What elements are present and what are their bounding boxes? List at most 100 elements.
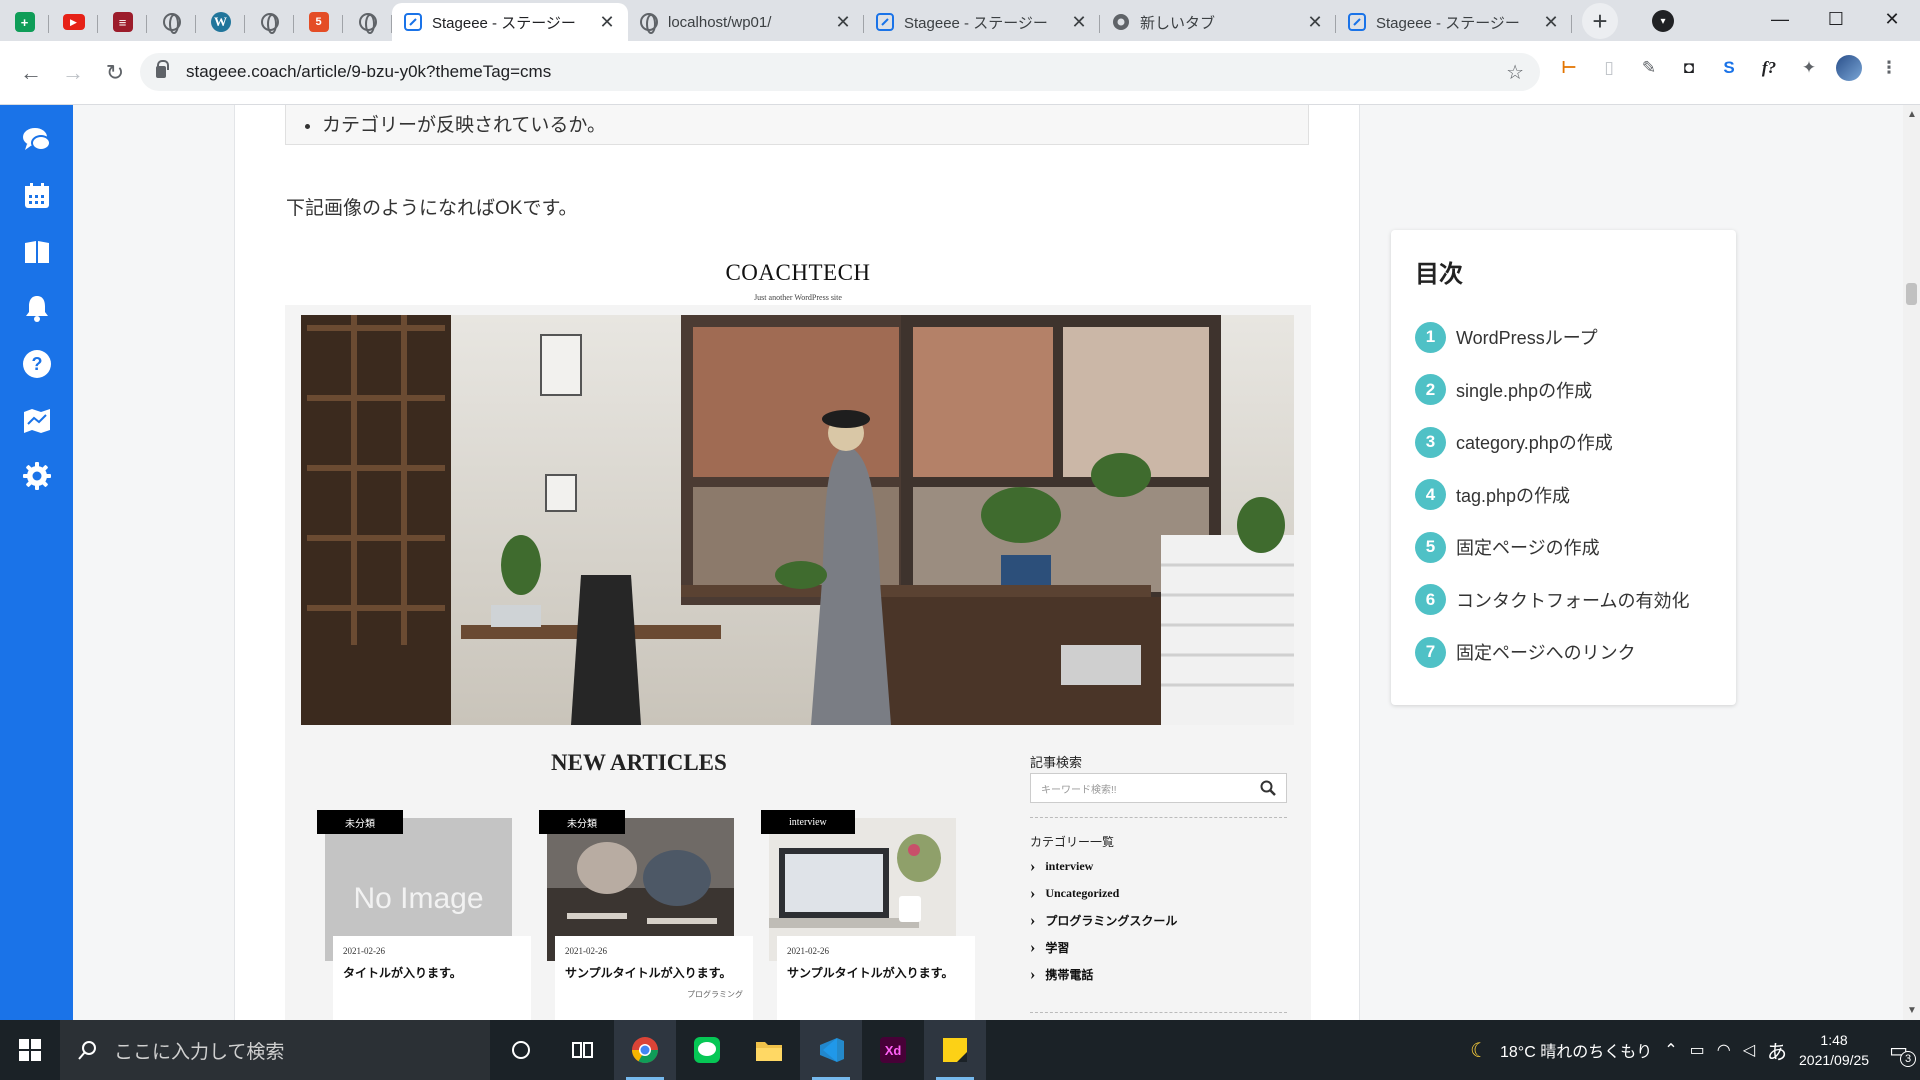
lock-icon[interactable] — [156, 60, 169, 78]
pinned-tab-html[interactable]: 5 — [294, 3, 343, 41]
extension-ruler-icon[interactable]: ⊢ — [1556, 55, 1582, 81]
close-window-button[interactable]: ✕ — [1864, 0, 1920, 38]
pinned-tab-sheets[interactable]: + — [0, 3, 49, 41]
url-text[interactable]: stageee.coach/article/9-bzu-y0k?themeTag… — [186, 62, 1506, 82]
tray-chevron-up-icon[interactable]: ⌃ — [1664, 1040, 1677, 1060]
toc-item[interactable]: 4 tag.phpの作成 — [1415, 469, 1712, 522]
browser-tab[interactable]: 新しいタブ ✕ — [1100, 3, 1336, 41]
app-sidebar: ? — [0, 105, 73, 1020]
extension-eyedropper-icon[interactable]: ✎ — [1636, 55, 1662, 81]
reload-icon[interactable]: ↻ — [96, 54, 134, 92]
scrollbar-thumb[interactable] — [1906, 283, 1917, 305]
article-card[interactable]: 未分類 No Image 2021-02-26 タイトルが入ります。 — [317, 810, 531, 1020]
back-arrow-icon[interactable]: ← — [12, 54, 50, 92]
clock[interactable]: 1:48 2021/09/25 — [1799, 1030, 1869, 1070]
vscode-icon[interactable] — [800, 1020, 862, 1080]
browser-tab[interactable]: localhost/wp01/ ✕ — [628, 3, 864, 41]
calendar-icon[interactable] — [20, 179, 54, 213]
toc-item[interactable]: 5 固定ページの作成 — [1415, 521, 1712, 574]
pinned-tab-youtube[interactable]: ▶ — [49, 3, 98, 41]
category-badge: 未分類 — [317, 810, 403, 834]
ime-indicator[interactable]: あ — [1767, 1036, 1787, 1065]
new-tab-button[interactable]: + — [1582, 3, 1618, 39]
extension-font-icon[interactable]: f? — [1756, 55, 1782, 81]
close-tab-icon[interactable]: ✕ — [1542, 12, 1560, 33]
page-scrollbar[interactable]: ▲ ▼ — [1903, 105, 1920, 1020]
search-icon[interactable] — [1260, 780, 1276, 796]
extension-s-icon[interactable]: S — [1716, 55, 1742, 81]
bell-icon[interactable] — [20, 291, 54, 325]
map-icon[interactable] — [20, 403, 54, 437]
file-explorer-icon[interactable] — [738, 1020, 800, 1080]
volume-icon[interactable]: ◁ — [1743, 1040, 1755, 1060]
category-link[interactable]: プログラミングスクール — [1030, 907, 1177, 934]
maximize-button[interactable]: ☐ — [1808, 0, 1864, 38]
toc-item-label[interactable]: 固定ページの作成 — [1456, 534, 1600, 560]
system-tray: ☾ 18°C 晴れのちくもり ⌃ ▭ ◠ ◁ あ 1:48 2021/09/25… — [1470, 1020, 1920, 1080]
toc-item-label[interactable]: tag.phpの作成 — [1456, 482, 1570, 508]
line-app-icon[interactable] — [676, 1020, 738, 1080]
extensions-puzzle-icon[interactable]: ✦ — [1796, 55, 1822, 81]
pinned-tab-wordpress[interactable]: W — [196, 3, 245, 41]
category-link[interactable]: 学習 — [1030, 934, 1177, 961]
category-link[interactable]: interview — [1030, 853, 1177, 880]
scroll-up-arrow-icon[interactable]: ▲ — [1907, 109, 1917, 120]
forward-arrow-icon[interactable]: → — [54, 54, 92, 92]
browser-tab[interactable]: Stageee - ステージー ✕ — [1336, 3, 1572, 41]
bookmark-star-icon[interactable]: ☆ — [1506, 60, 1524, 85]
toc-item[interactable]: 1 WordPressループ — [1415, 311, 1712, 364]
toc-item[interactable]: 3 category.phpの作成 — [1415, 416, 1712, 469]
article-card[interactable]: interview 2021-02-26 サンプルタイトルが入ります。 — [761, 810, 975, 1020]
adobe-xd-icon[interactable]: Xd — [862, 1020, 924, 1080]
menu-kebab-icon[interactable]: ⋮ — [1876, 55, 1902, 81]
toc-item[interactable]: 6 コンタクトフォームの有効化 — [1415, 574, 1712, 627]
book-open-icon[interactable] — [20, 235, 54, 269]
pinned-tab-site-2[interactable] — [245, 3, 294, 41]
toc-item[interactable]: 7 固定ページへのリンク — [1415, 626, 1712, 679]
close-tab-icon[interactable]: ✕ — [834, 12, 852, 33]
svg-text:?: ? — [31, 354, 42, 374]
minimize-button[interactable]: — — [1752, 0, 1808, 38]
toc-item-label[interactable]: コンタクトフォームの有効化 — [1456, 587, 1689, 613]
browser-tab[interactable]: Stageee - ステージー ✕ — [392, 3, 628, 41]
close-tab-icon[interactable]: ✕ — [1306, 12, 1324, 33]
pinned-tab-site-1[interactable] — [147, 3, 196, 41]
wifi-icon[interactable]: ◠ — [1717, 1040, 1731, 1060]
pinned-tab-bookmark[interactable]: ≡ — [98, 3, 147, 41]
keyword-search-field[interactable]: キーワード検索!! — [1030, 773, 1287, 803]
category-badge: interview — [761, 810, 855, 834]
tab-search-icon[interactable]: ▾ — [1652, 10, 1674, 32]
extension-bookmark-icon[interactable]: ▯ — [1596, 55, 1622, 81]
help-icon[interactable]: ? — [20, 347, 54, 381]
cortana-icon[interactable] — [490, 1020, 552, 1080]
browser-tab[interactable]: Stageee - ステージー ✕ — [864, 3, 1100, 41]
toc-item-label[interactable]: 固定ページへのリンク — [1456, 639, 1636, 665]
toc-item-label[interactable]: WordPressループ — [1456, 324, 1598, 350]
site-tagline: Just another WordPress site — [754, 293, 842, 302]
profile-avatar[interactable] — [1836, 55, 1862, 81]
weather-moon-icon[interactable]: ☾ — [1470, 1038, 1488, 1063]
category-link[interactable]: Uncategorized — [1030, 880, 1177, 907]
notification-center-icon[interactable]: ▭ 3 — [1889, 1038, 1916, 1067]
toc-item-label[interactable]: single.phpの作成 — [1456, 377, 1592, 403]
address-bar[interactable]: stageee.coach/article/9-bzu-y0k?themeTag… — [140, 53, 1540, 91]
windows-start-button[interactable] — [0, 1020, 60, 1080]
gear-icon[interactable] — [20, 459, 54, 493]
scroll-down-arrow-icon[interactable]: ▼ — [1907, 1005, 1917, 1016]
taskbar-search-box[interactable]: ここに入力して検索 — [60, 1020, 490, 1080]
task-view-icon[interactable] — [552, 1020, 614, 1080]
extension-stamp-icon[interactable]: ◘ — [1676, 55, 1702, 81]
toc-item[interactable]: 2 single.phpの作成 — [1415, 364, 1712, 417]
pinned-tab-site-3[interactable] — [343, 3, 392, 41]
close-tab-icon[interactable]: ✕ — [598, 12, 616, 33]
category-link[interactable]: 携帯電話 — [1030, 961, 1177, 988]
battery-icon[interactable]: ▭ — [1690, 1040, 1705, 1060]
chrome-taskbar-icon[interactable] — [614, 1020, 676, 1080]
sticky-notes-icon[interactable] — [924, 1020, 986, 1080]
article-card[interactable]: 未分類 2021-02-26 サンプルタイトルが入ります。 プログラミング — [539, 810, 753, 1020]
toc-item-label[interactable]: category.phpの作成 — [1456, 429, 1613, 455]
svg-text:Xd: Xd — [885, 1043, 902, 1058]
chat-icon[interactable] — [20, 123, 54, 157]
close-tab-icon[interactable]: ✕ — [1070, 12, 1088, 33]
weather-text[interactable]: 18°C 晴れのちくもり — [1500, 1038, 1652, 1062]
